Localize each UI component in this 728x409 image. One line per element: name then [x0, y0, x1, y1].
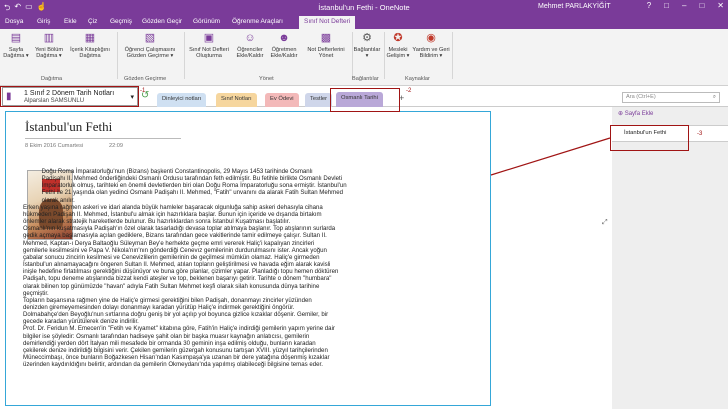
page-area: İstanbul'un Fethi 8 Ekim 2016 Cumartesi … — [0, 107, 612, 409]
group-label-gozden-gecirme: Gözden Geçirme — [124, 76, 167, 82]
body-line: çekilerek denize indirildiği bilgisini v… — [23, 346, 328, 354]
tab-ekle[interactable]: Ekle — [64, 18, 77, 25]
group-label-kaynaklar: Kaynaklar — [405, 76, 430, 82]
distribute-page-button[interactable]: ▤ Sayfa Dağıtma ▾ — [2, 32, 30, 60]
tab-dosya[interactable]: Dosya — [5, 18, 23, 25]
annotation-box-page — [610, 125, 689, 151]
body-line: demirlendiği yerden dört İtalyan mili me… — [23, 339, 316, 347]
body-line: bilgiler ise şöyledir: Osmanlı tarafında… — [23, 332, 310, 340]
gear-icon: ⚙ — [362, 32, 372, 44]
annotation-label-1: -1 — [140, 88, 146, 94]
review-student-work-button[interactable]: ▧ Öğrenci Çalışmasını Gözden Geçirme ▾ — [118, 32, 182, 60]
ribbon: ▤ Sayfa Dağıtma ▾ ▥ Yeni Bölüm Dağıtma ▾… — [0, 29, 728, 86]
body-line: olarak anılır. — [23, 196, 75, 204]
manage-notebooks-button[interactable]: ▩ Not Defterlerini Yönet — [302, 32, 350, 60]
user-name[interactable]: Mehmet PARLAKYİĞİT — [538, 3, 611, 10]
review-work-icon: ▧ — [144, 32, 156, 44]
development-icon: ✪ — [393, 32, 403, 44]
group-label-dagitma: Dağıtma — [41, 76, 63, 82]
tab-ogrenme-araclari[interactable]: Öğrenme Araçları — [232, 18, 283, 25]
section-tab-sinif-notlari[interactable]: Sınıf Notları — [216, 93, 257, 107]
body-line: Dolmabahçe'den Beyoğlu'nun sırtlarına do… — [23, 311, 329, 319]
pages-pane: ⊕ Sayfa Ekle İstanbul'un Fethi — [612, 107, 728, 409]
body-line: Osmanlı'nın kuşatmasıyla Padişah'ın özel… — [23, 225, 336, 233]
ribbon-tabs: Dosya Giriş Ekle Çiz Geçmiş Gözden Geçir… — [0, 15, 728, 29]
body-line: olarak bilinen top günümüzde "havan" adı… — [23, 282, 320, 290]
body-line: Padişahı II. Mehmed önderliğindeki Osman… — [23, 175, 343, 183]
new-section-icon: ▥ — [43, 32, 55, 44]
body-line: İmparatorluk olmuş, tarihteki en önemli … — [23, 182, 347, 190]
create-notebook-icon: ▣ — [203, 32, 215, 44]
add-page-button[interactable]: ⊕ Sayfa Ekle — [618, 110, 653, 117]
section-tab-dinleyici-notlari[interactable]: Dinleyici notları — [157, 93, 207, 107]
body-line: Doğu Roma İmparatorluğu'nun (Bizans) baş… — [23, 168, 313, 175]
search-icon: ⌕ — [712, 94, 716, 100]
body-line: Prof. Dr. Feridun M. Emecen'in "Fetih ve… — [23, 325, 335, 333]
close-button[interactable]: ✕ — [717, 1, 724, 10]
annotation-label-2: -2 — [406, 88, 412, 94]
professional-development-button[interactable]: ✪ Mesleki Gelişim ▾ — [386, 32, 410, 60]
body-line: Erken yaşına rağmen askeri ve idari alan… — [23, 203, 323, 211]
create-notebook-button[interactable]: ▣ Sınıf Not Defteri Oluşturma — [186, 32, 232, 60]
title-underline — [25, 138, 181, 139]
page-body-text[interactable]: Doğu Roma İmparatorluğu'nun (Bizans) baş… — [23, 168, 489, 368]
connections-button[interactable]: ⚙ Bağlantılar ▾ — [352, 32, 382, 60]
help-icon: ◉ — [426, 32, 436, 44]
section-tab-testler[interactable]: Testler — [305, 93, 333, 107]
teacher-add-remove-button[interactable]: ☻ Öğretmen Ekle/Kaldır — [267, 32, 301, 60]
body-line: gedik açmaya başlamasıyla açılan gedikle… — [23, 232, 327, 240]
body-line: gecede karadan yürütülerek denize indiri… — [23, 318, 139, 326]
body-line: Müneccimbaşı, önce bunların Boğazkesen H… — [23, 354, 330, 362]
help-button[interactable]: ? — [647, 1, 651, 10]
body-line: İstanbul'un alınamayacağını öngeren Sult… — [23, 261, 331, 269]
new-section-button[interactable]: ▥ Yeni Bölüm Dağıtma ▾ — [31, 32, 67, 60]
tab-gorunum[interactable]: Görünüm — [193, 18, 220, 25]
tab-ciz[interactable]: Çiz — [88, 18, 97, 25]
page-title[interactable]: İstanbul'un Fethi — [25, 119, 112, 135]
expand-icon[interactable]: ⤢ — [602, 219, 608, 227]
distribute-page-icon: ▤ — [10, 32, 22, 44]
body-line: çabalar sonucu zincirin kesilmesi ve Cen… — [23, 253, 320, 261]
tab-gozden-gecir[interactable]: Gözden Geçir — [142, 18, 182, 25]
annotation-box-section — [330, 88, 400, 112]
page-canvas[interactable]: İstanbul'un Fethi 8 Ekim 2016 Cumartesi … — [5, 111, 491, 406]
body-line: Fethi ile 21 yaşında olan yedinci Osmanl… — [23, 189, 344, 197]
page-date: 8 Ekim 2016 Cumartesi — [25, 143, 84, 149]
window-title: İstanbul'un Fethi - OneNote — [318, 3, 410, 12]
body-line: gemilerle kesilmesini ve Papa V. Nikola'… — [23, 246, 327, 254]
body-line: geçmiştir. — [23, 289, 49, 297]
group-label-yonet: Yönet — [259, 76, 274, 82]
annotation-label-3: -3 — [697, 131, 703, 137]
body-line: inişle hedefine firlatılması gerektiğini… — [23, 268, 339, 276]
help-feedback-button[interactable]: ◉ Yardım ve Geri Bildirim ▾ — [412, 32, 450, 60]
search-input[interactable]: Ara (Ctrl+E) ⌕ — [622, 92, 720, 103]
body-line: üzerinden kaydırıldığını belirtir, ardın… — [23, 361, 323, 369]
section-tab-ev-odevi[interactable]: Ev Ödevi — [265, 93, 299, 107]
tab-gecmis[interactable]: Geçmiş — [110, 18, 132, 25]
tab-sinif-not-defteri[interactable]: Sınıf Not Defteri — [299, 16, 356, 29]
page-time: 22:09 — [109, 143, 123, 149]
teacher-icon: ☻ — [278, 32, 290, 44]
body-line: denizden giremeyemesinden dolayı donanma… — [23, 303, 295, 311]
maximize-button[interactable]: □ — [699, 1, 704, 10]
body-line: hükmeden Padişah II. Mehmed, İstanbul'u … — [23, 210, 322, 218]
ribbon-display-button[interactable]: □ — [664, 1, 669, 10]
annotation-box-notebook — [0, 86, 139, 107]
body-line: Mehmed, Kaptan-ı Derya Baltaoğlu Süleyma… — [23, 239, 315, 247]
group-label-baglantilar: Bağlantılar — [352, 76, 379, 82]
title-bar: ⮌ ↶ ▭ ☝ İstanbul'un Fethi - OneNote Mehm… — [0, 0, 728, 15]
manage-notebooks-icon: ▩ — [320, 32, 332, 44]
body-line: Padişah, topu deneme atışlarında bizzat … — [23, 275, 332, 283]
body-line: önlemler alarak stratejik hareketlerde b… — [23, 218, 291, 226]
minimize-button[interactable]: – — [682, 1, 686, 10]
body-line: Topların başarısına rağmen yine de Haliç… — [23, 296, 312, 304]
content-library-button[interactable]: ▦ İçerik Kitaplığını Dağıtma — [66, 32, 114, 60]
students-add-remove-button[interactable]: ☺ Öğrenciler Ekle/Kaldır — [232, 32, 268, 60]
content-library-icon: ▦ — [84, 32, 96, 44]
tab-giris[interactable]: Giriş — [37, 18, 50, 25]
students-icon: ☺ — [244, 32, 256, 44]
